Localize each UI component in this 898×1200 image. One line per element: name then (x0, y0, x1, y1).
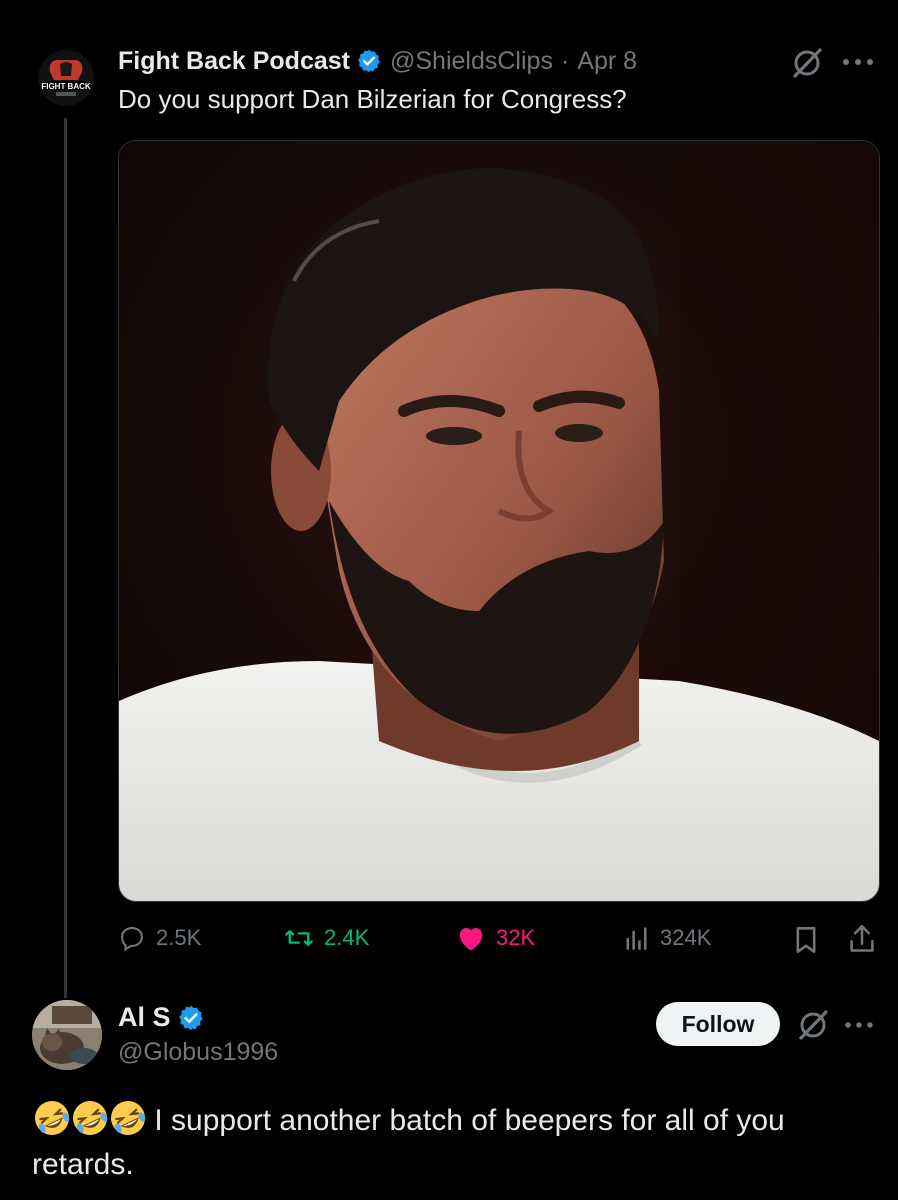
author-avatar[interactable]: FIGHT BACK (38, 50, 94, 106)
share-icon[interactable] (848, 924, 876, 954)
heart-icon (459, 928, 483, 951)
author-handle[interactable]: @ShieldsClips (390, 47, 553, 76)
reply-author-avatar[interactable] (32, 1000, 102, 1070)
reply-author-handle[interactable]: @Globus1996 (118, 1038, 278, 1067)
retweet-button[interactable]: 2.4K (284, 924, 369, 952)
rolling-on-floor-laughing-emoji (73, 1101, 108, 1135)
tweet-header: Fight Back Podcast @ShieldsClips · Apr 8 (118, 44, 637, 78)
tweet-text: Do you support Dan Bilzerian for Congres… (118, 84, 627, 114)
verified-badge-icon (358, 49, 380, 73)
photo-portrait-bearded-man (119, 141, 879, 901)
reply-text-line-2: retards. (32, 1148, 134, 1181)
more-options-icon[interactable] (838, 50, 878, 74)
svg-text:FIGHT BACK: FIGHT BACK (41, 82, 91, 91)
thread-connector-line (64, 118, 67, 998)
tweet-actions-bar: 2.5K 2.4K 32K 324K (118, 916, 880, 966)
follow-button[interactable]: Follow (656, 1002, 780, 1046)
emoji-group (32, 1101, 154, 1137)
like-count: 32K (496, 925, 536, 950)
grok-icon[interactable] (790, 46, 824, 80)
retweet-icon (285, 929, 313, 947)
rolling-on-floor-laughing-emoji (35, 1101, 70, 1135)
reply-header: Al S (118, 1002, 213, 1033)
separator: · (560, 46, 570, 75)
views-button[interactable]: 324K (624, 924, 711, 952)
like-button[interactable]: 32K (456, 924, 535, 952)
reply-text: I support another batch of beepers for a… (32, 1098, 862, 1187)
tweet-media-photo[interactable] (118, 140, 880, 902)
views-count: 324K (660, 925, 712, 950)
reply-count: 2.5K (156, 925, 202, 950)
retweet-count: 2.4K (324, 925, 370, 950)
reply-author-name[interactable]: Al S (118, 1002, 171, 1033)
reply-text-line-1: I support another batch of beepers for a… (154, 1104, 785, 1137)
author-name[interactable]: Fight Back Podcast (118, 47, 350, 76)
analytics-icon (626, 927, 647, 950)
rolling-on-floor-laughing-emoji (111, 1101, 146, 1135)
more-options-icon[interactable] (840, 1014, 878, 1036)
verified-badge-icon (178, 1005, 203, 1030)
tweet-date[interactable]: Apr 8 (577, 47, 637, 76)
fight-back-logo: FIGHT BACK (38, 50, 94, 106)
bookmark-icon[interactable] (794, 926, 818, 954)
grok-icon[interactable] (796, 1008, 830, 1042)
avatar-cat-photo (32, 1000, 102, 1070)
reply-button[interactable]: 2.5K (118, 924, 201, 952)
reply-icon (121, 927, 143, 952)
